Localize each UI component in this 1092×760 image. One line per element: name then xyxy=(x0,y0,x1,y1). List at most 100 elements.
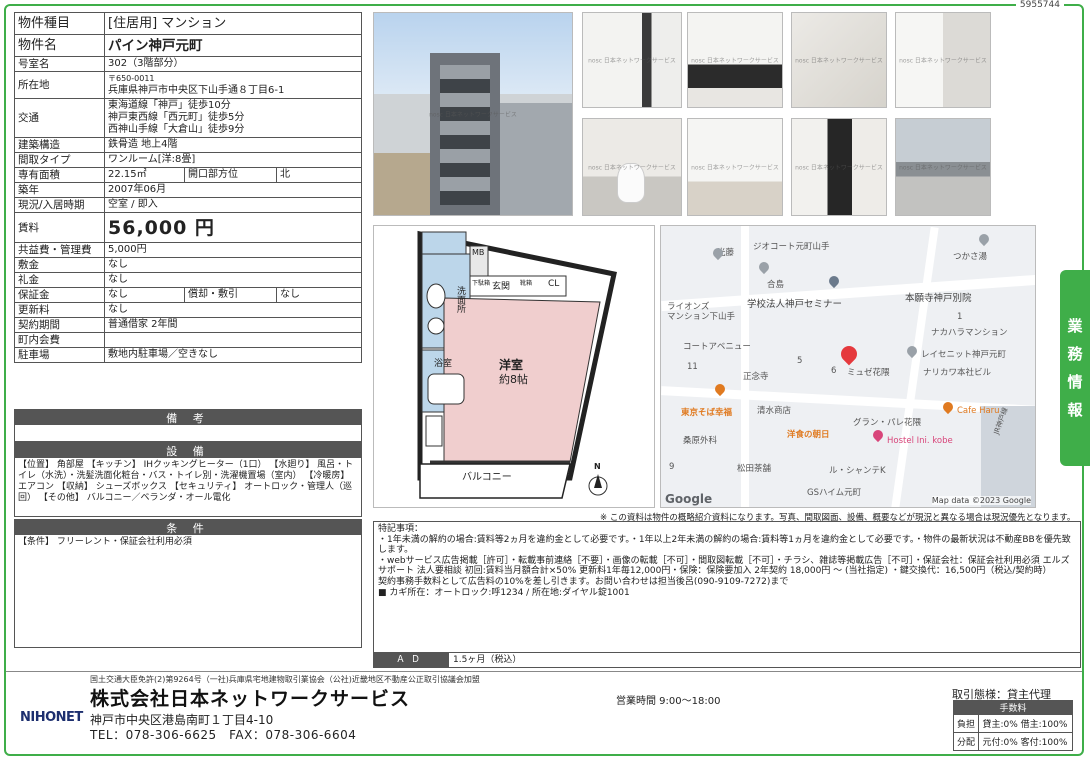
map-label: 東京そば幸福 xyxy=(681,408,733,418)
map-attribution: Map data ©2023 Google xyxy=(931,496,1031,505)
remarks-box: 特記事項： ・1年未満の解約の場合:賃料等2ヵ月を違約金として必要です。・1年以… xyxy=(373,521,1081,668)
setsubi-section: 設 備 【位置】 角部屋 【キッチン】 IHクッキングヒーター（1口） 【水廻り… xyxy=(14,442,362,517)
joken-text: 【条件】 フリーレント・保証会社利用必須 xyxy=(14,535,362,648)
map-label: GSハイム元町 xyxy=(807,488,862,498)
plan-bath: 浴室 xyxy=(434,359,453,369)
doc-id: 5955744 xyxy=(1015,0,1064,10)
photo-watermark: nosc 日本ネットワークサービス xyxy=(899,164,987,172)
setsubi-title: 設 備 xyxy=(14,442,362,458)
map-label: ミュゼ花隈 xyxy=(847,368,890,378)
company-logo: NIHONET xyxy=(20,710,83,725)
map-label: 学校法人神戸セミナー xyxy=(747,299,843,310)
renewal-value: なし xyxy=(104,302,362,318)
photo-watermark: nosc 日本ネットワークサービス xyxy=(899,57,987,65)
keymoney-label: 礼金 xyxy=(14,272,105,288)
layout-label: 間取タイプ xyxy=(14,152,105,168)
biko-section: 備 考 xyxy=(14,409,362,442)
map-label: つかさ湯 xyxy=(953,252,988,262)
entrance-photo[interactable]: nosc 日本ネットワークサービス xyxy=(791,118,887,216)
rent-value: 56,000 円 xyxy=(104,212,362,243)
photo-watermark: nosc 日本ネットワークサービス xyxy=(588,57,676,65)
tab-char: 情 xyxy=(1067,373,1083,391)
area-label: 専有面積 xyxy=(14,167,105,183)
parking-value: 敷地内駐車場／空きなし xyxy=(104,347,362,363)
haibun-label: 分配 xyxy=(952,732,980,751)
room-photo-2[interactable]: nosc 日本ネットワークサービス xyxy=(687,118,783,216)
washroom-photo[interactable]: nosc 日本ネットワークサービス xyxy=(895,12,991,108)
ad-label: ＡＤ xyxy=(373,653,449,668)
location-map[interactable]: 光藤 ジオコート元町山手 つかさ湯 合島 学校法人神戸セミナー 本願寺神戸別院 … xyxy=(660,225,1036,508)
tab-char: 務 xyxy=(1067,345,1083,363)
address-label: 所在地 xyxy=(14,71,105,99)
keymoney-value: なし xyxy=(104,272,362,288)
remarks-line: 契約事務手数料として広告料の10%を差し引きます。お問い合わせは担当後呂(090… xyxy=(378,576,789,587)
address-value: 兵庫県神戸市中央区下山手通８丁目6-1 xyxy=(108,85,285,96)
map-label: ル・シャンテK xyxy=(829,466,886,476)
amort-value: なし xyxy=(276,287,362,303)
built-label: 築年 xyxy=(14,182,105,198)
plan-wash: 洗面所 xyxy=(455,286,465,313)
bath-photo[interactable]: nosc 日本ネットワークサービス xyxy=(791,12,887,108)
neighbor-building xyxy=(500,103,572,215)
location-pin-icon[interactable] xyxy=(837,342,861,366)
map-label: 合島 xyxy=(767,280,785,290)
facing-label: 開口部方位 xyxy=(184,167,277,183)
biko-text xyxy=(14,425,362,442)
map-label: ナカハラマンション xyxy=(931,328,1008,338)
amort-label: 償却・敷引 xyxy=(184,287,277,303)
parking-label: 駐車場 xyxy=(14,347,105,363)
toilet-photo[interactable]: nosc 日本ネットワークサービス xyxy=(582,118,682,216)
type-value: [住居用] マンション xyxy=(104,12,362,35)
security-value: なし xyxy=(104,287,185,303)
map-label: グラン・パレ花隈 xyxy=(853,418,922,428)
deposit-label: 敷金 xyxy=(14,257,105,273)
plan-balcony: バルコニー xyxy=(462,472,512,483)
room-photo-1[interactable]: nosc 日本ネットワークサービス xyxy=(582,12,682,108)
layout-value: ワンルーム[洋:8畳] xyxy=(104,152,362,168)
room-value: 302（3階部分） xyxy=(104,56,362,72)
plan-room-size: 約8帖 xyxy=(499,373,528,386)
map-rail xyxy=(981,406,1035,507)
tab-char: 報 xyxy=(1067,401,1083,419)
map-pin xyxy=(870,427,886,443)
plan-mb: MB xyxy=(472,248,485,257)
remarks-line: ■ カギ所在：オートロック:呼1234 / 所在地:ダイヤル錠1001 xyxy=(378,587,630,598)
security-label: 保証金 xyxy=(14,287,105,303)
map-label: コートアベニュー xyxy=(683,342,751,352)
floor-plan[interactable]: 洋室 約8帖 洗面所 浴室 玄関 靴箱 CL MB 下駄箱 バルコニー N xyxy=(373,225,655,508)
company-name: 株式会社日本ネットワークサービス xyxy=(90,688,411,710)
access-label: 交通 xyxy=(14,98,105,138)
map-label: 1 xyxy=(957,312,963,322)
structure-value: 鉄骨造 地上4階 xyxy=(104,137,362,153)
contract-value: 普通借家 2年間 xyxy=(104,317,362,333)
renewal-label: 更新料 xyxy=(14,302,105,318)
deposit-value: なし xyxy=(104,257,362,273)
map-label: Hostel Ini. kobe xyxy=(887,436,953,446)
map-label: 9 xyxy=(669,462,675,472)
business-info-tab[interactable]: 業 務 情 報 xyxy=(1060,270,1090,466)
balcony-photo[interactable]: nosc 日本ネットワークサービス xyxy=(895,118,991,216)
map-road xyxy=(661,274,1035,312)
photo-watermark: nosc 日本ネットワークサービス xyxy=(691,164,779,172)
building-windows xyxy=(440,65,490,205)
photo-watermark: nosc 日本ネットワークサービス xyxy=(795,57,883,65)
map-pin xyxy=(756,259,772,275)
neighbor-house xyxy=(374,153,430,215)
business-hours: 営業時間 9:00～18:00 xyxy=(616,696,721,707)
access-line: 西神山手線「大倉山」徒歩9分 xyxy=(108,124,245,135)
map-label: 5 xyxy=(797,356,803,366)
map-label: マンション下山手 xyxy=(667,312,736,322)
plan-genkan: 玄関 xyxy=(492,282,511,292)
fee-label: 共益費・管理費 xyxy=(14,242,105,258)
assoc-label: 町内会費 xyxy=(14,332,105,348)
haibun-value: 元付:0% 客付:100% xyxy=(978,732,1073,751)
plan-cl: CL xyxy=(548,279,560,289)
exterior-photo[interactable]: nosc 日本ネットワークサービス xyxy=(373,12,573,216)
kitchen-photo[interactable]: nosc 日本ネットワークサービス xyxy=(687,12,783,108)
company-phone[interactable]: TEL：078-306-6625 FAX：078-306-6604 xyxy=(90,726,356,743)
map-label: 桑原外科 xyxy=(683,436,718,446)
assoc-value xyxy=(104,332,362,348)
status-value: 空室 / 即入 xyxy=(104,197,362,213)
plan-geta: 下駄箱 xyxy=(472,280,491,287)
plan-shoes: 靴箱 xyxy=(520,280,533,287)
